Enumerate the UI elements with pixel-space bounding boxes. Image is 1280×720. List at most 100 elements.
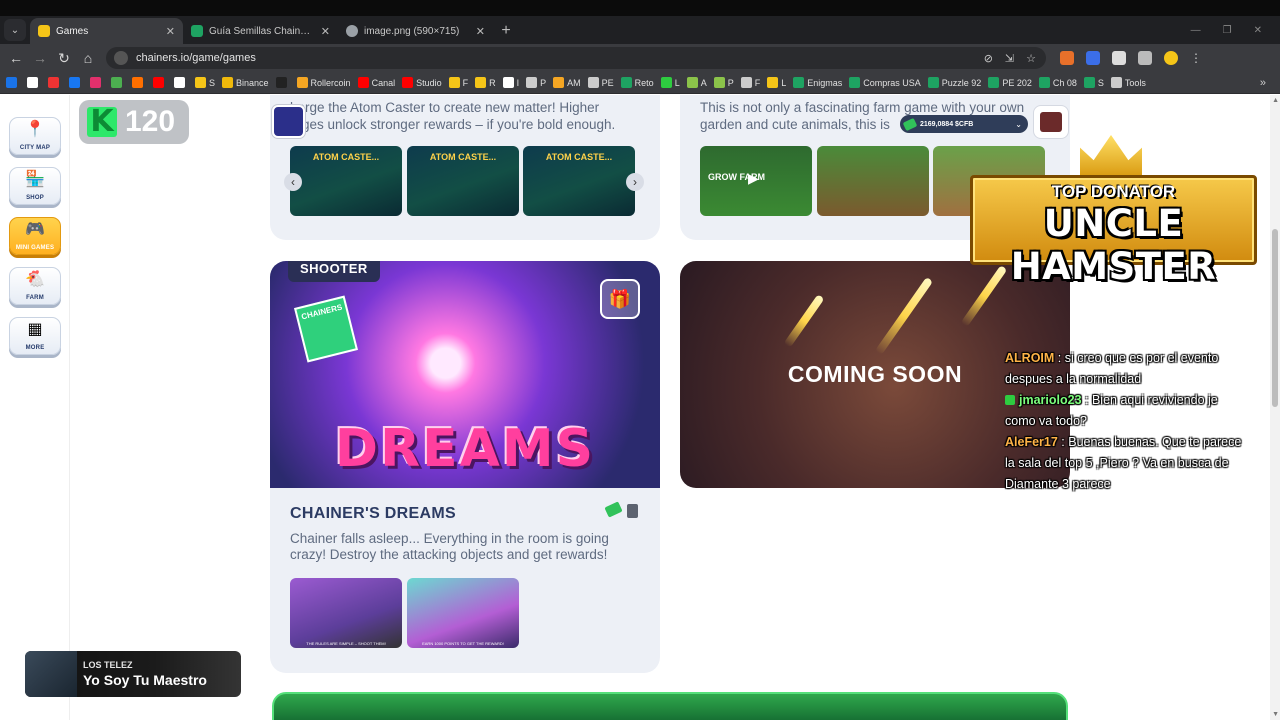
screenshot-thumbnail[interactable]: ATOM CASTE...: [407, 146, 519, 216]
new-tab-button[interactable]: +: [493, 22, 519, 40]
bookmark-item[interactable]: Enigmas: [793, 77, 842, 88]
bookmark-favicon-icon: [686, 77, 698, 88]
bookmark-item[interactable]: P: [526, 77, 546, 88]
sidebar-item-farm[interactable]: 🐔 FARM: [9, 267, 61, 305]
extension-shield-icon[interactable]: [1086, 51, 1100, 65]
eye-off-icon[interactable]: ⊘: [984, 52, 993, 65]
bookmark-item[interactable]: Compras USA: [849, 77, 921, 88]
game-cover-art[interactable]: CHAINERS DREAMS 🎁: [270, 261, 660, 488]
video-thumbnail[interactable]: GROW FARM ▶: [700, 146, 812, 216]
bookmark-item[interactable]: [132, 77, 146, 88]
bookmark-label: I: [516, 77, 520, 88]
extensions-puzzle-icon[interactable]: [1138, 51, 1152, 65]
site-info-icon[interactable]: [114, 51, 128, 65]
bookmark-item[interactable]: Tools: [1110, 77, 1146, 88]
bookmark-item[interactable]: [48, 77, 62, 88]
tab-guia-semillas[interactable]: Guía Semillas Chainers by Piero ✕: [183, 18, 338, 44]
bookmark-item[interactable]: [6, 77, 20, 88]
bookmark-item[interactable]: S: [1083, 77, 1104, 88]
kebab-menu-icon[interactable]: ⋮: [1190, 51, 1202, 65]
screenshot-thumbnail[interactable]: THE RULES ARE SIMPLE – SHOOT THEM!: [290, 578, 402, 648]
home-icon[interactable]: ⌂: [76, 50, 100, 66]
bookmark-item[interactable]: AM: [553, 77, 581, 88]
next-game-card[interactable]: [272, 692, 1068, 720]
tab-games[interactable]: Games ✕: [30, 18, 183, 44]
crown-icon: [1080, 135, 1142, 177]
tab-label: image.png (590×715): [364, 25, 460, 37]
forward-arrow-icon[interactable]: →: [28, 50, 52, 66]
game-card-chainers-dreams[interactable]: CHAINERS DREAMS 🎁 SHOOTER CHAINER'S DREA…: [270, 261, 660, 673]
bookmark-item[interactable]: [69, 77, 83, 88]
bookmark-item[interactable]: L: [767, 77, 786, 88]
bookmark-item[interactable]: PE: [587, 77, 614, 88]
bookmark-item[interactable]: Canal: [357, 77, 395, 88]
sidebar-item-label: MORE: [25, 345, 45, 351]
bookmark-label: Rollercoin: [310, 77, 351, 88]
screenshot-thumbnail[interactable]: ATOM CASTE...: [290, 146, 402, 216]
carousel-next-icon[interactable]: ›: [626, 173, 644, 191]
sidebar-item-shop[interactable]: 🏪 SHOP: [9, 167, 61, 205]
carousel-prev-icon[interactable]: ‹: [284, 173, 302, 191]
bookmark-item[interactable]: PE 202: [988, 77, 1032, 88]
bookmark-item[interactable]: L: [660, 77, 680, 88]
bookmark-item[interactable]: I: [502, 77, 520, 88]
bookmark-item[interactable]: [275, 77, 290, 88]
bookmarks-overflow-icon[interactable]: »: [1260, 77, 1280, 89]
tab-close-icon[interactable]: ✕: [166, 25, 175, 38]
play-icon[interactable]: ▶: [748, 170, 759, 187]
tab-search-button[interactable]: ⌄: [4, 19, 26, 41]
stream-chat-overlay: ALROIM : si creo que es por el evento de…: [1005, 348, 1245, 495]
bookmark-item[interactable]: R: [475, 77, 496, 88]
bookmark-item[interactable]: Studio: [402, 77, 442, 88]
bookmark-favicon-icon: [153, 77, 164, 88]
bookmark-item[interactable]: Binance: [222, 77, 269, 88]
install-icon[interactable]: ⇲: [1005, 52, 1014, 65]
extension-fox-icon[interactable]: [1060, 51, 1074, 65]
bookmark-item[interactable]: [27, 77, 41, 88]
thumbnail-caption: ATOM CASTE...: [429, 152, 497, 162]
bookmark-item[interactable]: Ch 08: [1038, 77, 1077, 88]
screenshot-thumbnail[interactable]: [817, 146, 929, 216]
game-title[interactable]: CHAINER'S DREAMS: [290, 505, 456, 523]
page-scrollbar[interactable]: ▲ ▼: [1270, 95, 1280, 720]
sidebar-item-city-map[interactable]: 📍 CITY MAP: [9, 117, 61, 155]
extension-grid-icon[interactable]: [1112, 51, 1126, 65]
screenshot-thumbnail[interactable]: ATOM CASTE...: [523, 146, 635, 216]
bookmark-item[interactable]: P: [713, 77, 734, 88]
bookmark-item[interactable]: Reto: [620, 77, 654, 88]
bookmark-item[interactable]: Puzzle 92: [927, 77, 981, 88]
tab-close-icon[interactable]: ✕: [321, 25, 330, 38]
cfb-balance-selector[interactable]: 2169,0884 $CFB ⌄: [900, 115, 1028, 133]
tab-image-png[interactable]: image.png (590×715) ✕: [338, 18, 493, 44]
wallet-avatar-button[interactable]: [1033, 105, 1069, 139]
gift-icon[interactable]: 🎁: [600, 279, 640, 319]
sidebar-item-mini-games[interactable]: 🎮 MINI GAMES: [9, 217, 61, 255]
scroll-down-icon[interactable]: ▼: [1272, 711, 1279, 718]
bookmark-item[interactable]: F: [448, 77, 468, 88]
bookmark-item[interactable]: A: [686, 77, 707, 88]
reload-icon[interactable]: ↻: [52, 50, 76, 67]
page-content: 📍 CITY MAP 🏪 SHOP 🎮 MINI GAMES 🐔 FARM ▦ …: [0, 95, 1280, 720]
game-card-atom-caster[interactable]: harge the Atom Caster to create new matt…: [270, 95, 660, 240]
bookmark-item[interactable]: [174, 77, 188, 88]
screenshot-thumbnail[interactable]: EARN 1000 POINTS TO GET THE REWARD!: [407, 578, 519, 648]
bookmark-item[interactable]: [90, 77, 104, 88]
scroll-up-icon[interactable]: ▲: [1272, 97, 1279, 104]
bookmark-item[interactable]: F: [740, 77, 760, 88]
bookmark-star-icon[interactable]: ☆: [1026, 52, 1036, 65]
bookmark-item[interactable]: S: [195, 77, 215, 88]
close-window-icon[interactable]: ✕: [1254, 25, 1262, 36]
bookmark-item[interactable]: [111, 77, 125, 88]
profile-avatar[interactable]: [1164, 51, 1178, 65]
maximize-icon[interactable]: ❐: [1223, 25, 1232, 36]
bookmark-item[interactable]: [153, 77, 167, 88]
scrollbar-thumb[interactable]: [1272, 229, 1278, 407]
minimize-icon[interactable]: —: [1191, 25, 1201, 36]
back-arrow-icon[interactable]: ←: [4, 50, 28, 66]
url-bar[interactable]: chainers.io/game/games ⊘ ⇲ ☆: [106, 47, 1046, 69]
tab-close-icon[interactable]: ✕: [476, 25, 485, 38]
bookmark-favicon-icon: [1110, 77, 1122, 88]
bookmark-item[interactable]: Rollercoin: [296, 77, 351, 88]
map-pin-icon: 📍: [25, 121, 45, 138]
sidebar-item-more[interactable]: ▦ MORE: [9, 317, 61, 355]
